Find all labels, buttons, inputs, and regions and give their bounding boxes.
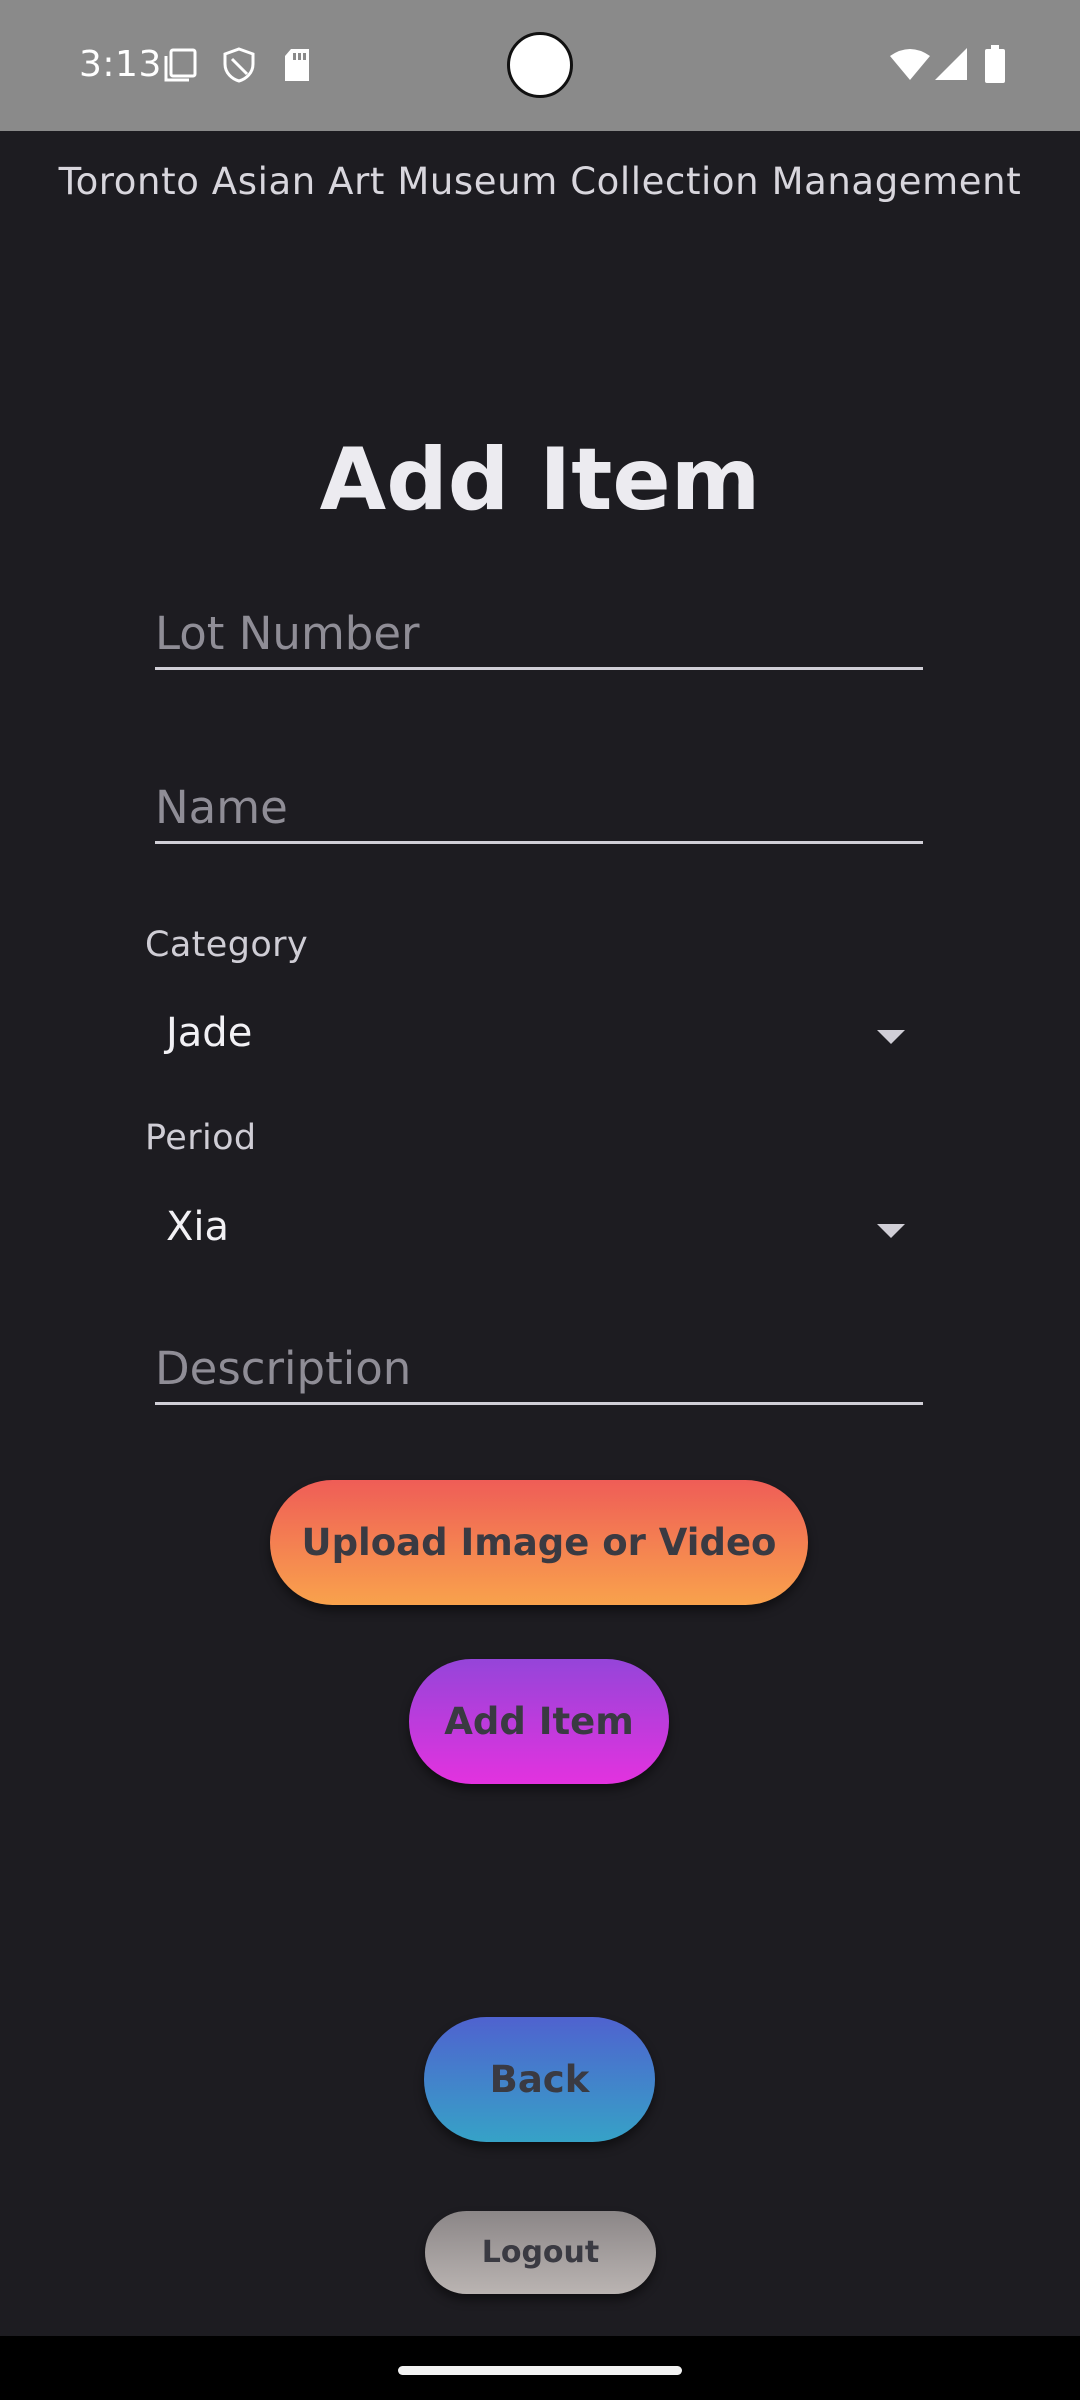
signal-icon	[935, 48, 967, 80]
description-input[interactable]	[155, 1325, 923, 1402]
chevron-down-icon	[877, 1030, 905, 1044]
home-gesture-handle[interactable]	[398, 2366, 682, 2375]
sd-card-icon	[285, 49, 309, 81]
shield-icon	[223, 47, 255, 83]
period-selected-value: Xia	[166, 1204, 230, 1250]
camera-cutout	[507, 32, 573, 98]
add-item-button[interactable]: Add Item	[409, 1659, 669, 1784]
app-title: Toronto Asian Art Museum Collection Mana…	[58, 160, 1022, 203]
lot-number-input[interactable]	[155, 590, 923, 667]
name-input[interactable]	[155, 764, 923, 841]
description-field[interactable]	[155, 1325, 923, 1405]
lot-number-field[interactable]	[155, 590, 923, 670]
app-screen: 3:13 Toronto Asian Art Museum Collection…	[0, 0, 1080, 2400]
page-title: Add Item	[319, 430, 761, 530]
period-dropdown[interactable]: Xia	[145, 1194, 905, 1274]
name-field[interactable]	[155, 764, 923, 844]
category-dropdown[interactable]: Jade	[145, 1000, 905, 1080]
wifi-icon	[890, 49, 930, 80]
status-time: 3:13	[79, 44, 162, 85]
category-selected-value: Jade	[166, 1010, 253, 1056]
period-label: Period	[145, 1118, 257, 1158]
battery-icon	[985, 45, 1005, 83]
logout-button[interactable]: Logout	[425, 2211, 656, 2294]
chevron-down-icon	[877, 1224, 905, 1238]
status-bar: 3:13	[0, 0, 1080, 131]
category-label: Category	[145, 925, 309, 965]
upload-media-button[interactable]: Upload Image or Video	[270, 1480, 808, 1605]
screenshot-icon	[164, 48, 197, 82]
back-button[interactable]: Back	[424, 2017, 655, 2142]
